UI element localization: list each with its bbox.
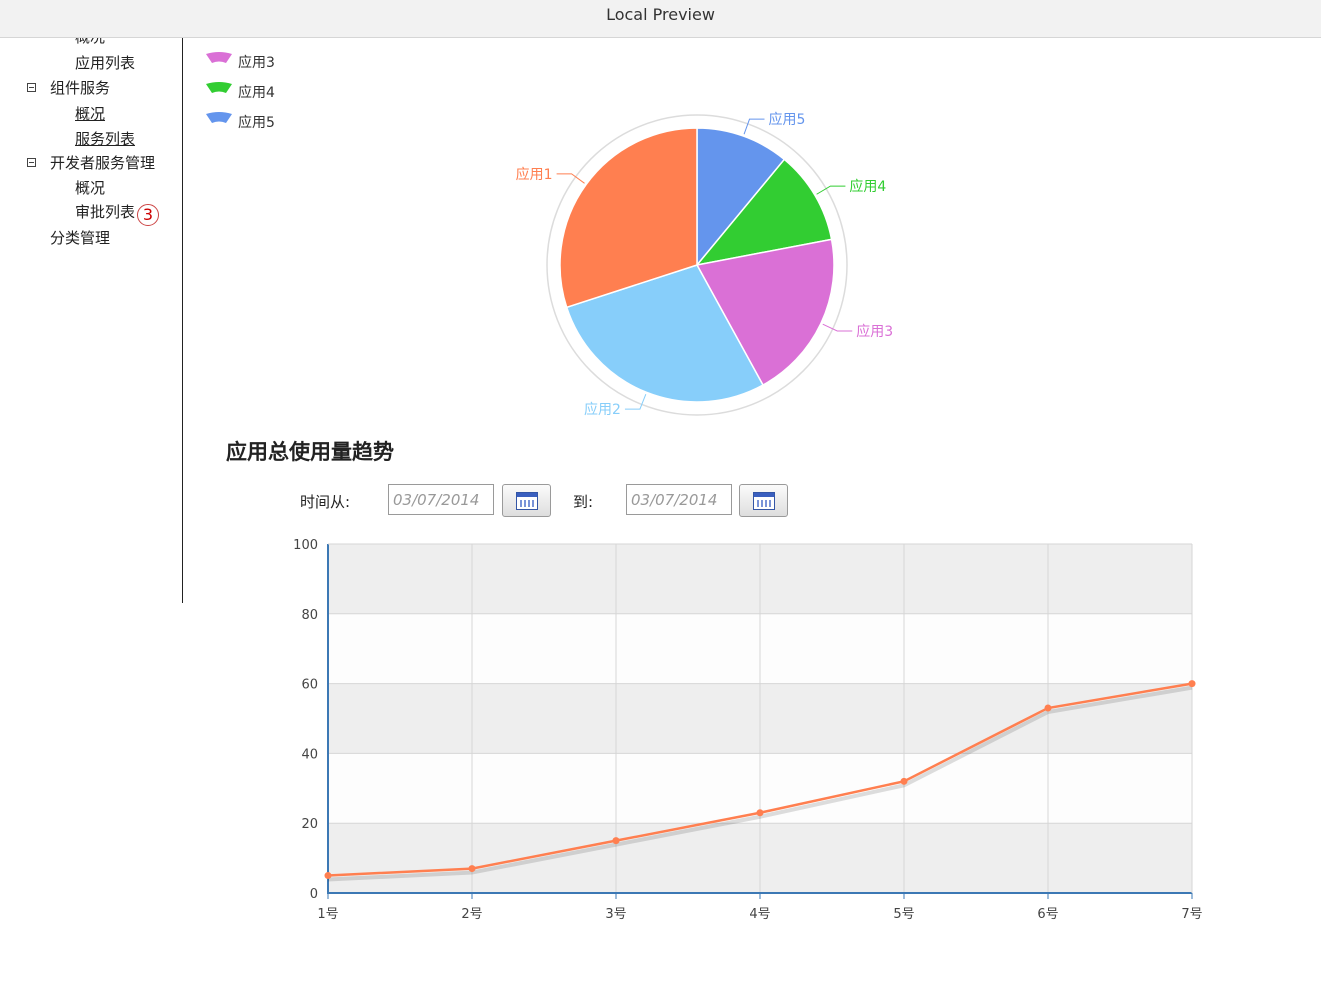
data-point[interactable]	[1188, 680, 1196, 688]
sidebar-nav: 概况 应用列表 组件服务 概况 服务列表 开发者服务管理 概况 审批列表3 分类…	[0, 38, 183, 603]
collapse-icon[interactable]	[27, 83, 36, 92]
pie-label: 应用5	[769, 111, 806, 128]
legend-label: 应用5	[238, 115, 275, 131]
sidebar-group-components[interactable]: 组件服务	[50, 77, 110, 98]
pie-label: 应用1	[516, 166, 553, 183]
to-date-input[interactable]	[626, 484, 732, 515]
pie-label: 应用2	[584, 401, 621, 418]
data-point[interactable]	[612, 837, 620, 845]
y-tick-label: 100	[293, 538, 318, 553]
x-tick-label: 3号	[605, 907, 626, 922]
window-title-bar: Local Preview	[0, 0, 1321, 38]
data-point[interactable]	[1044, 704, 1052, 712]
calendar-icon	[516, 492, 538, 510]
y-tick-label: 80	[301, 608, 318, 623]
sidebar-group-developer-services[interactable]: 开发者服务管理	[50, 152, 155, 173]
x-tick-label: 5号	[893, 907, 914, 922]
x-tick-label: 2号	[461, 907, 482, 922]
x-tick-label: 7号	[1181, 907, 1202, 922]
data-point[interactable]	[324, 872, 332, 880]
pie-label: 应用3	[856, 323, 893, 340]
from-date-input[interactable]	[388, 484, 494, 515]
legend-label: 应用3	[238, 55, 275, 71]
collapse-icon[interactable]	[27, 158, 36, 167]
sidebar-item-overview-apps[interactable]: 概况	[75, 38, 105, 47]
legend-swatch	[206, 112, 232, 123]
sidebar-item-overview-components[interactable]: 概况	[75, 103, 105, 124]
sidebar-item-service-list[interactable]: 服务列表	[75, 128, 135, 149]
x-tick-label: 4号	[749, 907, 770, 922]
legend-label: 应用4	[238, 85, 275, 101]
to-date-label: 到:	[573, 493, 594, 511]
calendar-icon	[753, 492, 775, 510]
data-point[interactable]	[900, 777, 908, 785]
pie-label: 应用4	[849, 178, 886, 195]
from-date-label: 时间从:	[300, 493, 351, 511]
y-tick-label: 40	[301, 747, 318, 762]
data-point[interactable]	[468, 865, 476, 873]
sidebar-item-approval-list[interactable]: 审批列表 3	[75, 201, 160, 226]
y-tick-label: 0	[310, 887, 318, 902]
to-date-picker-button[interactable]	[739, 484, 788, 517]
x-tick-label: 1号	[317, 907, 338, 922]
line-chart: 0 20 40 60 80 100 1号 2号 3号 4号 5号 6号 7号	[293, 538, 1202, 922]
legend-swatch	[206, 82, 232, 93]
trend-section-title: 应用总使用量趋势	[226, 440, 394, 464]
sidebar-item-app-list[interactable]: 应用列表	[75, 52, 135, 73]
sidebar-item-category-management[interactable]: 分类管理	[50, 227, 110, 248]
data-point[interactable]	[756, 809, 764, 817]
legend-swatch	[206, 52, 232, 63]
from-date-picker-button[interactable]	[502, 484, 551, 517]
y-tick-label: 60	[301, 678, 318, 693]
pie-chart: 应用5 应用4 应用3 应用2 应用1	[516, 111, 893, 418]
sidebar-item-label: 审批列表	[75, 203, 136, 221]
pending-count-badge: 3	[137, 204, 160, 226]
window-title: Local Preview	[606, 5, 715, 24]
sidebar-item-overview-developer[interactable]: 概况	[75, 177, 105, 198]
y-tick-label: 20	[301, 817, 318, 832]
x-tick-label: 6号	[1037, 907, 1058, 922]
